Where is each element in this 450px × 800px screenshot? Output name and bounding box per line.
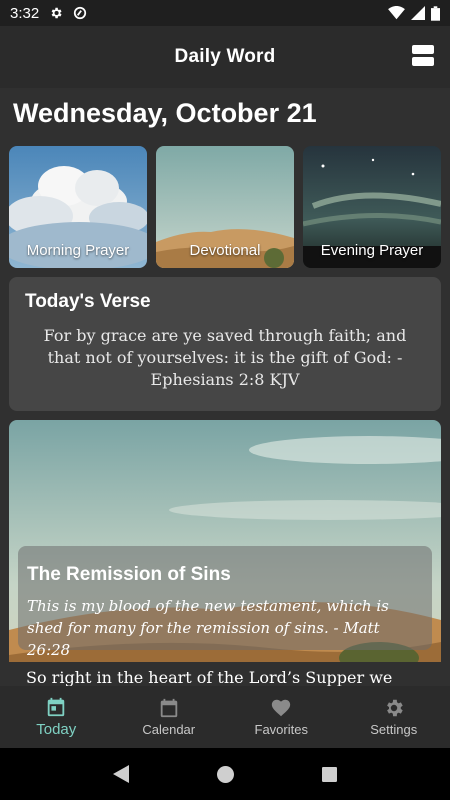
- tile-label: Morning Prayer: [26, 242, 130, 259]
- nav-calendar[interactable]: Calendar: [113, 686, 226, 748]
- recents-icon[interactable]: [322, 766, 337, 782]
- devotional-body-preview: So right in the heart of the Lord’s Supp…: [9, 662, 441, 686]
- nav-label: Favorites: [254, 722, 308, 737]
- nav-favorites[interactable]: Favorites: [225, 686, 338, 748]
- main-content[interactable]: Wednesday, October 21 Morning Prayer Dev…: [0, 88, 450, 686]
- todays-verse-card[interactable]: Today's Verse For by grace are ye saved …: [9, 277, 441, 411]
- devotional-overlay: The Remission of Sins This is my blood o…: [18, 546, 432, 659]
- devotional-title: The Remission of Sins: [27, 564, 231, 585]
- wifi-icon: [388, 6, 405, 20]
- devotional-quote: This is my blood of the new testament, w…: [27, 597, 389, 659]
- tile-label: Devotional: [189, 242, 261, 259]
- gear-icon: [386, 699, 403, 717]
- system-navigation-bar: [0, 748, 450, 800]
- app-title: Daily Word: [174, 46, 276, 67]
- nav-today[interactable]: Today: [0, 686, 113, 748]
- verse-title: Today's Verse: [25, 291, 151, 312]
- verse-text: For by grace are ye saved through faith;…: [43, 326, 407, 389]
- tile-devotional[interactable]: Devotional: [156, 146, 294, 268]
- view-toggle-icon[interactable]: [412, 45, 434, 67]
- tile-evening-prayer[interactable]: Evening Prayer: [303, 146, 441, 268]
- status-time: 3:32: [10, 4, 40, 22]
- sync-status-icon: [74, 6, 87, 20]
- battery-icon: [431, 5, 440, 21]
- nav-label: Settings: [370, 722, 418, 737]
- back-icon[interactable]: [113, 765, 129, 783]
- status-bar: 3:32: [0, 0, 450, 26]
- tile-label: Evening Prayer: [320, 242, 424, 259]
- devotional-card[interactable]: The Remission of Sins This is my blood o…: [9, 420, 441, 686]
- nav-label: Calendar: [142, 722, 196, 737]
- nav-label: Today: [36, 721, 77, 738]
- settings-status-icon: [51, 7, 62, 19]
- tile-morning-prayer[interactable]: Morning Prayer: [9, 146, 147, 268]
- calendar-icon: [160, 698, 177, 718]
- date-heading: Wednesday, October 21: [13, 98, 317, 128]
- nav-settings[interactable]: Settings: [338, 686, 450, 748]
- cell-signal-icon: [411, 6, 425, 20]
- home-icon[interactable]: [217, 765, 234, 783]
- heart-icon: [272, 699, 291, 717]
- app-bar: Daily Word: [0, 26, 450, 88]
- calendar-today-icon: [48, 697, 65, 717]
- bottom-navigation: Today Calendar Favorites Settings: [0, 686, 450, 748]
- category-tiles: Morning Prayer Devotional Evening Prayer: [9, 146, 441, 268]
